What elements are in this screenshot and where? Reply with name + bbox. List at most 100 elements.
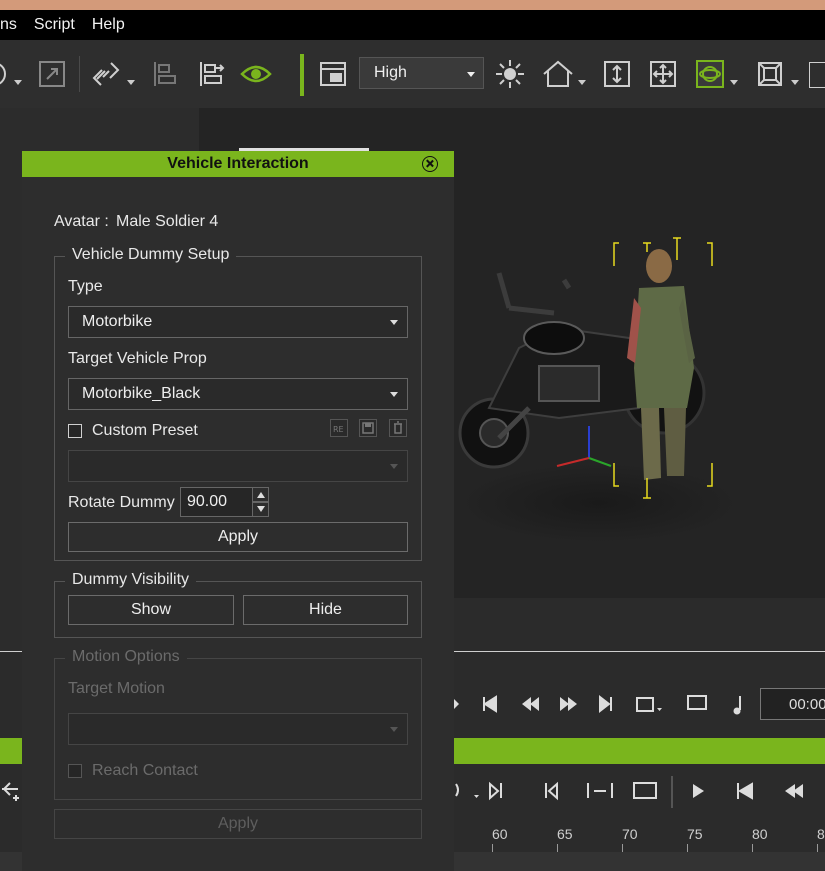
previous-frame-icon: [522, 697, 539, 711]
show-dummy-button[interactable]: Show: [68, 595, 234, 625]
bounding-box-icon[interactable]: [755, 56, 785, 92]
ruler-tick: [687, 844, 688, 852]
avatar-value: Male Soldier 4: [116, 213, 219, 230]
loop-icon: [636, 697, 654, 712]
chevron-down-icon: [390, 464, 398, 469]
window-title-strip: [0, 0, 825, 10]
main-toolbar: High: [0, 40, 825, 108]
ruler-tick-label: 8: [817, 826, 825, 842]
timeline-bar-left: [0, 738, 22, 764]
panel-divider-left: [0, 651, 22, 652]
play-partial-icon: [454, 699, 459, 709]
target-motion-dropdown[interactable]: [68, 713, 408, 745]
ruler-tick-label: 75: [687, 826, 703, 842]
previous-icon: [785, 784, 803, 798]
save-icon[interactable]: [359, 419, 377, 437]
tool-partial-icon: [455, 783, 459, 797]
layout-icon[interactable]: [318, 56, 348, 92]
rotate-dummy-label: Rotate Dummy: [68, 494, 175, 511]
close-icon[interactable]: [422, 156, 438, 172]
playback-controls: 00:00: [454, 680, 825, 730]
custom-preset-dropdown[interactable]: [68, 450, 408, 482]
ruler-tick-label: 60: [492, 826, 508, 842]
link-icon[interactable]: [90, 56, 126, 92]
move-icon[interactable]: [648, 56, 678, 92]
custom-preset-label: Custom Preset: [92, 422, 198, 439]
reach-contact-checkbox[interactable]: [68, 764, 82, 778]
rename-icon[interactable]: RE: [330, 419, 348, 437]
ruler-tick: [817, 844, 818, 852]
spin-up-icon[interactable]: [252, 487, 269, 502]
target-motion-label: Target Motion: [68, 680, 165, 697]
split-left-icon: [489, 781, 502, 801]
custom-preset-checkbox[interactable]: [68, 424, 82, 438]
dialog-title: Vehicle Interaction: [22, 151, 454, 177]
go-to-end-icon: [599, 694, 612, 714]
track-add-icon[interactable]: [0, 775, 22, 803]
panel-divider-right: [454, 651, 825, 652]
menu-bar: ns Script Help: [0, 10, 825, 40]
toolbar-overflow-box[interactable]: [809, 62, 825, 88]
fit-vertical-icon[interactable]: [602, 56, 632, 92]
align-left-icon[interactable]: [150, 56, 180, 92]
dialog-title-text: Vehicle Interaction: [167, 155, 309, 172]
group-title: Vehicle Dummy Setup: [65, 246, 237, 264]
chevron-down-icon: [467, 72, 475, 77]
ruler-tick: [557, 844, 558, 852]
subtitle-icon: [687, 695, 707, 710]
delete-icon[interactable]: [389, 419, 407, 437]
ruler-tick-label: 65: [557, 826, 573, 842]
spin-down-icon[interactable]: [252, 502, 269, 517]
menu-item-partial[interactable]: ns: [0, 16, 17, 34]
type-dropdown[interactable]: Motorbike: [68, 306, 408, 338]
expand-icon[interactable]: [36, 56, 68, 92]
dummy-apply-button[interactable]: Apply: [68, 522, 408, 552]
go-to-start-icon: [483, 695, 497, 713]
group-title: Motion Options: [65, 648, 187, 666]
ruler-tick: [752, 844, 753, 852]
gizmo-icon[interactable]: [695, 56, 725, 92]
split-right-icon: [545, 781, 558, 801]
viewport-bottom-area: [454, 598, 825, 652]
motion-apply-button[interactable]: Apply: [54, 809, 422, 839]
target-vehicle-prop-dropdown[interactable]: Motorbike_Black: [68, 378, 408, 410]
chevron-down-icon: [390, 320, 398, 325]
play-icon: [693, 784, 704, 798]
timecode-field[interactable]: 00:00: [760, 688, 825, 720]
type-value: Motorbike: [82, 313, 153, 330]
ruler-tick-label: 80: [752, 826, 768, 842]
timecode-value: 00:00: [789, 696, 825, 713]
hide-dummy-button[interactable]: Hide: [243, 595, 408, 625]
chevron-down-icon: [390, 392, 398, 397]
ruler-tick: [622, 844, 623, 852]
chevron-down-icon: [390, 727, 398, 732]
home-icon[interactable]: [540, 56, 576, 92]
export-clip-icon: [633, 782, 657, 799]
light-icon[interactable]: [494, 56, 526, 92]
ruler-tick-label: 70: [622, 826, 638, 842]
ruler-tick: [492, 844, 493, 852]
group-title: Dummy Visibility: [65, 571, 197, 589]
rotate-dummy-value: 90.00: [187, 493, 228, 510]
menu-item-script[interactable]: Script: [34, 16, 75, 34]
render-quality-value: High: [374, 64, 407, 81]
align-distribute-icon[interactable]: [196, 56, 226, 92]
avatar-label: Avatar :: [54, 213, 109, 230]
menu-item-help[interactable]: Help: [92, 16, 125, 34]
previous-key-icon: [737, 782, 753, 800]
target-vehicle-prop-label: Target Vehicle Prop: [68, 350, 207, 367]
timeline-bar[interactable]: [454, 738, 825, 764]
soldier-model: [627, 249, 695, 480]
timeline-toolbar: [454, 766, 825, 814]
rotate-dummy-input[interactable]: 90.00: [180, 487, 254, 517]
next-frame-icon: [560, 697, 577, 711]
target-vehicle-prop-value: Motorbike_Black: [82, 385, 201, 402]
svg-text:RE: RE: [333, 425, 344, 434]
rotate-icon[interactable]: [0, 56, 14, 92]
fit-range-icon: [587, 783, 613, 798]
toolbar-green-divider: [300, 54, 304, 96]
type-label: Type: [68, 278, 103, 295]
render-quality-select[interactable]: High: [359, 57, 484, 89]
visibility-eye-icon[interactable]: [240, 56, 272, 92]
timeline-ruler[interactable]: 60 65 70 75 80 8: [454, 818, 825, 852]
